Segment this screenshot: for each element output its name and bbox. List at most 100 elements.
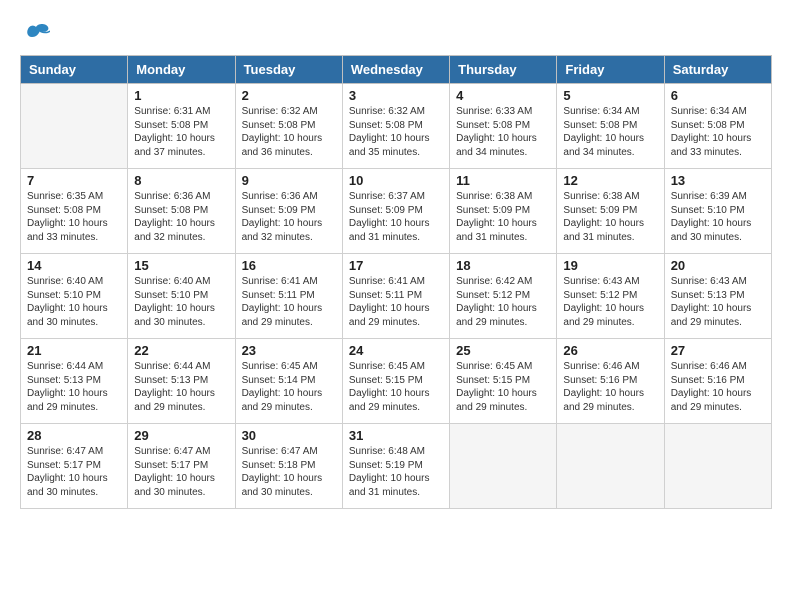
calendar-cell: 3 Sunrise: 6:32 AMSunset: 5:08 PMDayligh… (342, 84, 449, 169)
calendar-cell: 17 Sunrise: 6:41 AMSunset: 5:11 PMDaylig… (342, 254, 449, 339)
day-number: 25 (456, 343, 550, 358)
header-friday: Friday (557, 56, 664, 84)
day-number: 16 (242, 258, 336, 273)
day-number: 11 (456, 173, 550, 188)
header-wednesday: Wednesday (342, 56, 449, 84)
calendar-cell: 10 Sunrise: 6:37 AMSunset: 5:09 PMDaylig… (342, 169, 449, 254)
day-info: Sunrise: 6:38 AMSunset: 5:09 PMDaylight:… (563, 190, 657, 244)
day-number: 20 (671, 258, 765, 273)
calendar-cell: 1 Sunrise: 6:31 AMSunset: 5:08 PMDayligh… (128, 84, 235, 169)
day-number: 30 (242, 428, 336, 443)
day-info: Sunrise: 6:46 AMSunset: 5:16 PMDaylight:… (671, 360, 765, 414)
calendar-cell: 28 Sunrise: 6:47 AMSunset: 5:17 PMDaylig… (21, 424, 128, 509)
day-info: Sunrise: 6:47 AMSunset: 5:17 PMDaylight:… (134, 445, 228, 499)
day-number: 14 (27, 258, 121, 273)
day-info: Sunrise: 6:31 AMSunset: 5:08 PMDaylight:… (134, 105, 228, 159)
day-number: 2 (242, 88, 336, 103)
header-tuesday: Tuesday (235, 56, 342, 84)
day-number: 18 (456, 258, 550, 273)
day-info: Sunrise: 6:40 AMSunset: 5:10 PMDaylight:… (134, 275, 228, 329)
calendar-cell: 19 Sunrise: 6:43 AMSunset: 5:12 PMDaylig… (557, 254, 664, 339)
day-number: 7 (27, 173, 121, 188)
day-info: Sunrise: 6:43 AMSunset: 5:12 PMDaylight:… (563, 275, 657, 329)
calendar-cell: 8 Sunrise: 6:36 AMSunset: 5:08 PMDayligh… (128, 169, 235, 254)
calendar-cell (21, 84, 128, 169)
day-number: 17 (349, 258, 443, 273)
week-row-2: 7 Sunrise: 6:35 AMSunset: 5:08 PMDayligh… (21, 169, 772, 254)
day-number: 15 (134, 258, 228, 273)
calendar-cell: 26 Sunrise: 6:46 AMSunset: 5:16 PMDaylig… (557, 339, 664, 424)
day-number: 8 (134, 173, 228, 188)
day-info: Sunrise: 6:45 AMSunset: 5:15 PMDaylight:… (456, 360, 550, 414)
calendar-cell: 29 Sunrise: 6:47 AMSunset: 5:17 PMDaylig… (128, 424, 235, 509)
day-info: Sunrise: 6:48 AMSunset: 5:19 PMDaylight:… (349, 445, 443, 499)
day-number: 22 (134, 343, 228, 358)
week-row-3: 14 Sunrise: 6:40 AMSunset: 5:10 PMDaylig… (21, 254, 772, 339)
calendar-cell: 27 Sunrise: 6:46 AMSunset: 5:16 PMDaylig… (664, 339, 771, 424)
day-number: 27 (671, 343, 765, 358)
day-number: 23 (242, 343, 336, 358)
calendar-cell: 11 Sunrise: 6:38 AMSunset: 5:09 PMDaylig… (450, 169, 557, 254)
calendar-cell: 9 Sunrise: 6:36 AMSunset: 5:09 PMDayligh… (235, 169, 342, 254)
day-info: Sunrise: 6:44 AMSunset: 5:13 PMDaylight:… (134, 360, 228, 414)
day-number: 31 (349, 428, 443, 443)
page-header (20, 20, 772, 45)
day-info: Sunrise: 6:43 AMSunset: 5:13 PMDaylight:… (671, 275, 765, 329)
calendar-cell: 13 Sunrise: 6:39 AMSunset: 5:10 PMDaylig… (664, 169, 771, 254)
calendar-cell: 7 Sunrise: 6:35 AMSunset: 5:08 PMDayligh… (21, 169, 128, 254)
day-info: Sunrise: 6:36 AMSunset: 5:08 PMDaylight:… (134, 190, 228, 244)
day-number: 9 (242, 173, 336, 188)
calendar-cell: 2 Sunrise: 6:32 AMSunset: 5:08 PMDayligh… (235, 84, 342, 169)
calendar-header-row: SundayMondayTuesdayWednesdayThursdayFrid… (21, 56, 772, 84)
calendar-cell (664, 424, 771, 509)
day-info: Sunrise: 6:41 AMSunset: 5:11 PMDaylight:… (242, 275, 336, 329)
day-info: Sunrise: 6:32 AMSunset: 5:08 PMDaylight:… (242, 105, 336, 159)
day-number: 19 (563, 258, 657, 273)
calendar-cell: 14 Sunrise: 6:40 AMSunset: 5:10 PMDaylig… (21, 254, 128, 339)
day-number: 4 (456, 88, 550, 103)
day-number: 29 (134, 428, 228, 443)
day-info: Sunrise: 6:35 AMSunset: 5:08 PMDaylight:… (27, 190, 121, 244)
calendar-cell: 5 Sunrise: 6:34 AMSunset: 5:08 PMDayligh… (557, 84, 664, 169)
day-info: Sunrise: 6:39 AMSunset: 5:10 PMDaylight:… (671, 190, 765, 244)
calendar-cell: 20 Sunrise: 6:43 AMSunset: 5:13 PMDaylig… (664, 254, 771, 339)
header-saturday: Saturday (664, 56, 771, 84)
header-monday: Monday (128, 56, 235, 84)
day-info: Sunrise: 6:45 AMSunset: 5:14 PMDaylight:… (242, 360, 336, 414)
calendar-cell: 22 Sunrise: 6:44 AMSunset: 5:13 PMDaylig… (128, 339, 235, 424)
day-info: Sunrise: 6:34 AMSunset: 5:08 PMDaylight:… (671, 105, 765, 159)
calendar-cell (450, 424, 557, 509)
day-info: Sunrise: 6:40 AMSunset: 5:10 PMDaylight:… (27, 275, 121, 329)
week-row-4: 21 Sunrise: 6:44 AMSunset: 5:13 PMDaylig… (21, 339, 772, 424)
day-info: Sunrise: 6:33 AMSunset: 5:08 PMDaylight:… (456, 105, 550, 159)
day-info: Sunrise: 6:45 AMSunset: 5:15 PMDaylight:… (349, 360, 443, 414)
calendar-cell: 18 Sunrise: 6:42 AMSunset: 5:12 PMDaylig… (450, 254, 557, 339)
calendar-table: SundayMondayTuesdayWednesdayThursdayFrid… (20, 55, 772, 509)
day-info: Sunrise: 6:37 AMSunset: 5:09 PMDaylight:… (349, 190, 443, 244)
day-number: 12 (563, 173, 657, 188)
calendar-cell: 30 Sunrise: 6:47 AMSunset: 5:18 PMDaylig… (235, 424, 342, 509)
day-number: 6 (671, 88, 765, 103)
header-thursday: Thursday (450, 56, 557, 84)
calendar-cell: 25 Sunrise: 6:45 AMSunset: 5:15 PMDaylig… (450, 339, 557, 424)
day-info: Sunrise: 6:41 AMSunset: 5:11 PMDaylight:… (349, 275, 443, 329)
calendar-cell: 31 Sunrise: 6:48 AMSunset: 5:19 PMDaylig… (342, 424, 449, 509)
calendar-cell: 4 Sunrise: 6:33 AMSunset: 5:08 PMDayligh… (450, 84, 557, 169)
calendar-cell: 12 Sunrise: 6:38 AMSunset: 5:09 PMDaylig… (557, 169, 664, 254)
day-info: Sunrise: 6:47 AMSunset: 5:17 PMDaylight:… (27, 445, 121, 499)
logo-bird-icon (22, 23, 50, 45)
day-number: 3 (349, 88, 443, 103)
day-info: Sunrise: 6:38 AMSunset: 5:09 PMDaylight:… (456, 190, 550, 244)
calendar-cell: 21 Sunrise: 6:44 AMSunset: 5:13 PMDaylig… (21, 339, 128, 424)
day-info: Sunrise: 6:32 AMSunset: 5:08 PMDaylight:… (349, 105, 443, 159)
day-number: 21 (27, 343, 121, 358)
day-number: 24 (349, 343, 443, 358)
day-info: Sunrise: 6:47 AMSunset: 5:18 PMDaylight:… (242, 445, 336, 499)
day-number: 26 (563, 343, 657, 358)
day-number: 1 (134, 88, 228, 103)
calendar-cell (557, 424, 664, 509)
day-info: Sunrise: 6:44 AMSunset: 5:13 PMDaylight:… (27, 360, 121, 414)
day-number: 28 (27, 428, 121, 443)
calendar-cell: 16 Sunrise: 6:41 AMSunset: 5:11 PMDaylig… (235, 254, 342, 339)
day-info: Sunrise: 6:46 AMSunset: 5:16 PMDaylight:… (563, 360, 657, 414)
